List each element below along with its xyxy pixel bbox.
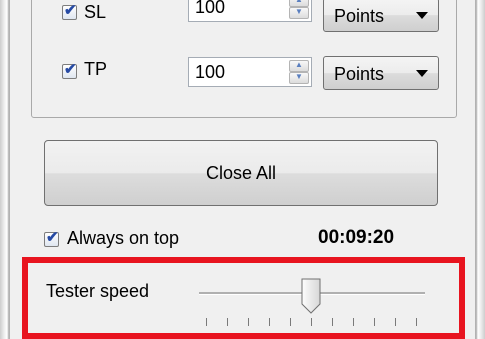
dropdown-arrow-icon: [416, 12, 428, 19]
checkmark-icon: ✔: [64, 2, 77, 19]
tester-speed-highlight-box: [22, 257, 465, 339]
checkmark-icon: ✔: [64, 61, 77, 78]
sl-label: SL: [84, 2, 107, 22]
tp-value-spinner[interactable]: 100 ▲ ▼: [188, 57, 312, 87]
spin-down-icon: ▼: [295, 7, 303, 16]
window-frame-right: [475, 0, 485, 339]
timer-display: 00:09:20: [318, 227, 395, 248]
sl-value: 100: [195, 0, 226, 17]
sl-unit-label: Points: [334, 6, 385, 26]
tp-value: 100: [195, 62, 226, 82]
always-on-top-label: Always on top: [67, 228, 180, 248]
sl-checkbox[interactable]: ✔: [62, 2, 77, 20]
checkmark-icon: ✔: [46, 229, 59, 246]
tp-checkbox[interactable]: ✔: [62, 61, 77, 79]
window-frame-left: [0, 0, 10, 339]
sl-value-spinner[interactable]: 100 ▲ ▼: [188, 0, 312, 22]
tp-unit-label: Points: [334, 64, 385, 84]
sl-unit-dropdown[interactable]: Points: [323, 0, 439, 32]
tp-unit-dropdown[interactable]: Points: [323, 56, 439, 90]
close-all-button[interactable]: Close All: [44, 140, 438, 206]
spin-down-icon: ▼: [295, 72, 303, 81]
tp-spin-down-button[interactable]: ▼: [289, 72, 309, 84]
sl-spin-down-button[interactable]: ▼: [289, 7, 309, 19]
dropdown-arrow-icon: [416, 70, 428, 77]
tp-label: TP: [84, 59, 108, 79]
always-on-top-checkbox[interactable]: ✔: [44, 229, 59, 247]
